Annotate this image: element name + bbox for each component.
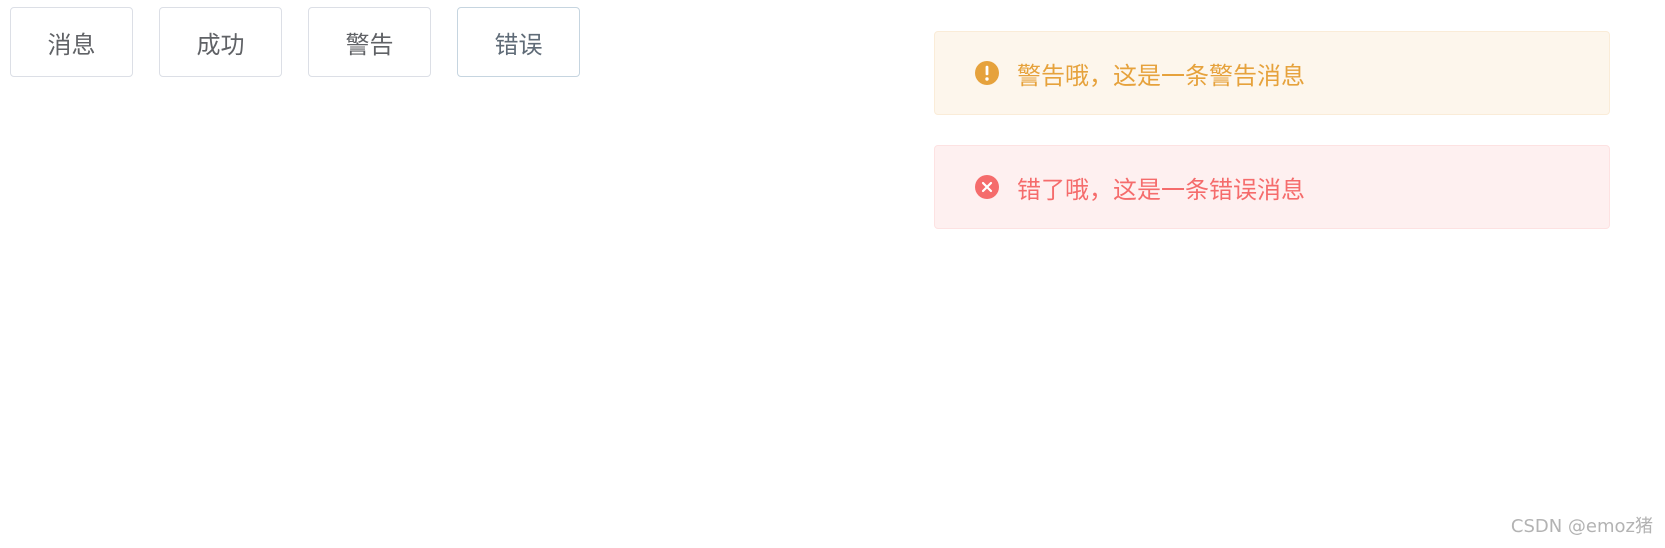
warning-icon [975,61,999,85]
error-button[interactable]: 错误 [457,7,580,77]
warning-message-text: 警告哦，这是一条警告消息 [1017,61,1305,90]
button-group: 消息 成功 警告 错误 [10,7,580,77]
message-button[interactable]: 消息 [10,7,133,77]
warning-button[interactable]: 警告 [308,7,431,77]
error-message-text: 错了哦，这是一条错误消息 [1017,175,1305,204]
error-icon [975,175,999,199]
success-button[interactable]: 成功 [159,7,282,77]
page: 消息 成功 警告 错误 警告哦，这是一条警告消息 错了哦，这是一条错误消息 CS… [0,0,1665,548]
watermark: CSDN @emoz猪 [1510,516,1653,537]
warning-message: 警告哦，这是一条警告消息 [934,31,1610,115]
error-message: 错了哦，这是一条错误消息 [934,145,1610,229]
